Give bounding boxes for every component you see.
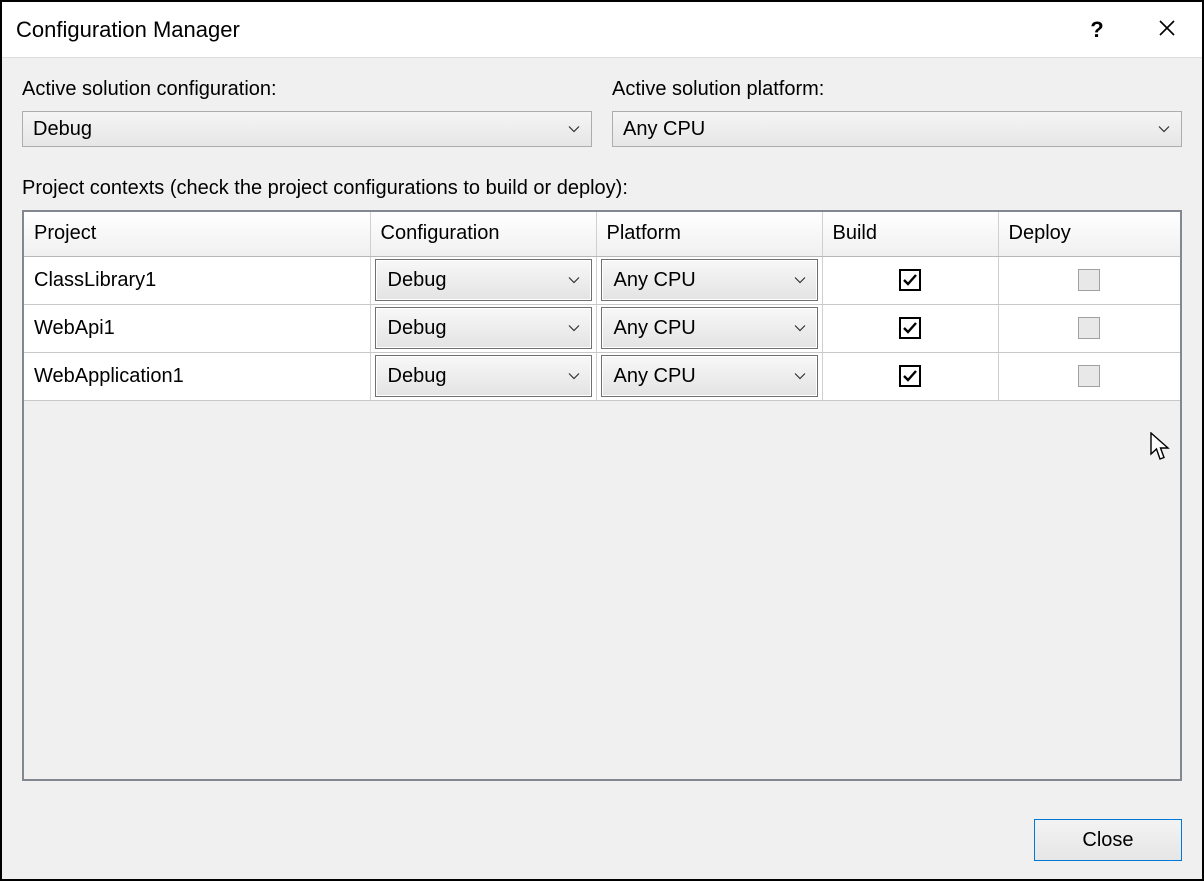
table-row: ClassLibrary1 Debug Any CPU [24, 256, 1180, 304]
project-name-cell: ClassLibrary1 [24, 256, 370, 304]
row-config-dropdown[interactable]: Debug [375, 259, 592, 301]
row-config-value: Debug [388, 269, 567, 292]
window-title: Configuration Manager [16, 17, 1062, 43]
active-config-label: Active solution configuration: [22, 78, 592, 101]
row-platform-value: Any CPU [614, 365, 793, 388]
row-platform-value: Any CPU [614, 269, 793, 292]
deploy-checkbox [1078, 317, 1100, 339]
content-area: Active solution configuration: Debug Act… [2, 58, 1202, 801]
header-build[interactable]: Build [822, 212, 998, 256]
header-deploy[interactable]: Deploy [998, 212, 1180, 256]
solution-selectors: Active solution configuration: Debug Act… [22, 78, 1182, 147]
footer: Close [2, 801, 1202, 879]
row-platform-dropdown[interactable]: Any CPU [601, 307, 818, 349]
chevron-down-icon [793, 273, 807, 287]
active-config-value: Debug [33, 118, 567, 141]
chevron-down-icon [567, 369, 581, 383]
header-configuration[interactable]: Configuration [370, 212, 596, 256]
close-button-label: Close [1082, 829, 1133, 852]
header-project[interactable]: Project [24, 212, 370, 256]
active-platform-value: Any CPU [623, 118, 1157, 141]
table-row: WebApi1 Debug Any CPU [24, 304, 1180, 352]
chevron-down-icon [567, 122, 581, 136]
titlebar: Configuration Manager ? [2, 2, 1202, 58]
row-config-dropdown[interactable]: Debug [375, 307, 592, 349]
project-contexts-label: Project contexts (check the project conf… [22, 177, 1182, 200]
build-checkbox[interactable] [899, 269, 921, 291]
close-window-button[interactable] [1132, 2, 1202, 58]
configuration-manager-window: Configuration Manager ? Active solution … [0, 0, 1204, 881]
chevron-down-icon [567, 321, 581, 335]
grid-header-row: Project Configuration Platform Build Dep… [24, 212, 1180, 256]
deploy-checkbox [1078, 365, 1100, 387]
chevron-down-icon [793, 321, 807, 335]
project-name-cell: WebApi1 [24, 304, 370, 352]
deploy-checkbox [1078, 269, 1100, 291]
active-platform-label: Active solution platform: [612, 78, 1182, 101]
header-platform[interactable]: Platform [596, 212, 822, 256]
row-config-dropdown[interactable]: Debug [375, 355, 592, 397]
help-button[interactable]: ? [1062, 2, 1132, 58]
active-platform-dropdown[interactable]: Any CPU [612, 111, 1182, 147]
project-contexts-grid: Project Configuration Platform Build Dep… [22, 210, 1182, 781]
build-checkbox[interactable] [899, 365, 921, 387]
build-checkbox[interactable] [899, 317, 921, 339]
row-platform-dropdown[interactable]: Any CPU [601, 355, 818, 397]
row-config-value: Debug [388, 317, 567, 340]
active-config-dropdown[interactable]: Debug [22, 111, 592, 147]
row-config-value: Debug [388, 365, 567, 388]
row-platform-dropdown[interactable]: Any CPU [601, 259, 818, 301]
close-button[interactable]: Close [1034, 819, 1182, 861]
table-row: WebApplication1 Debug Any CPU [24, 352, 1180, 400]
chevron-down-icon [567, 273, 581, 287]
chevron-down-icon [1157, 122, 1171, 136]
row-platform-value: Any CPU [614, 317, 793, 340]
chevron-down-icon [793, 369, 807, 383]
project-name-cell: WebApplication1 [24, 352, 370, 400]
close-icon [1158, 17, 1176, 43]
help-icon: ? [1090, 17, 1103, 43]
